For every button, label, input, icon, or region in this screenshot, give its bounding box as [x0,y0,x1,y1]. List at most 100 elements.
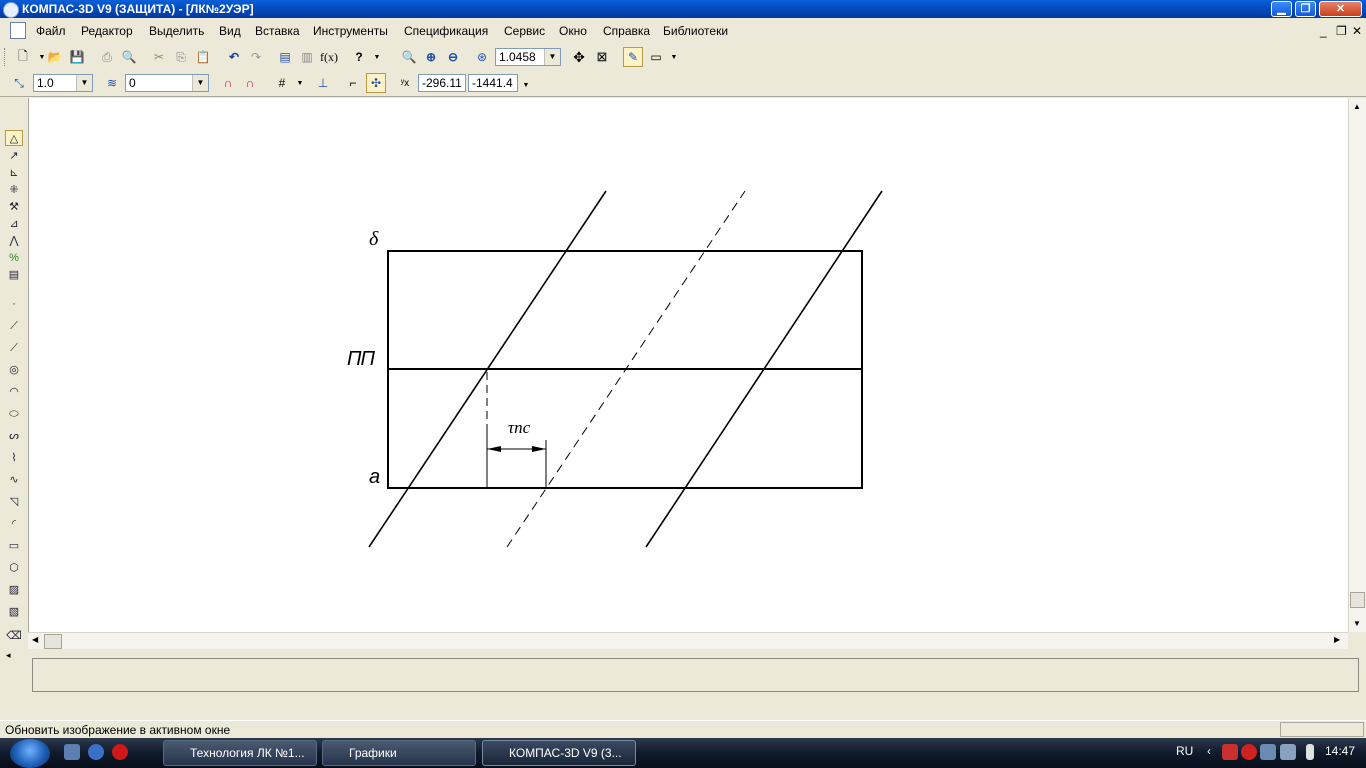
variables-fx-icon[interactable]: f(x) [320,48,338,66]
pan-icon[interactable]: ✥ [570,48,588,66]
chevron-down-icon[interactable]: ▼ [76,75,92,91]
chevron-down-icon[interactable]: ▼ [192,75,208,91]
panel-collapse-icon[interactable]: ◂ [6,650,11,661]
menu-service[interactable]: Сервис [504,24,545,38]
scroll-up-icon[interactable]: ▲ [1353,102,1361,111]
paste-icon[interactable]: 📋 [194,48,212,66]
bezier-tool-icon[interactable]: ∿ [5,472,23,488]
menu-editor[interactable]: Редактор [81,24,133,38]
document-icon[interactable] [10,22,26,39]
minimize-button[interactable]: ▁ [1271,1,1292,17]
drawing-canvas[interactable]: δ ПП а τпс [28,98,1349,632]
cursor-step-select[interactable]: 1.0 ▼ [33,74,93,92]
ellipse-tool-icon[interactable]: ⬭ [5,406,23,422]
polyline-tool-icon[interactable]: ⌇ [5,450,23,466]
designations-panel-icon[interactable]: ⊾ [5,165,23,181]
snap-mode-icon[interactable]: ✣ [366,73,386,93]
eraser-tool-icon[interactable]: ⌫ [5,628,23,644]
taskbar-item-word[interactable]: Технология ЛК №1... [163,740,317,766]
ortho-mode-icon[interactable]: ⌐ [344,74,362,92]
hatch-tool-icon[interactable]: ▨ [5,582,23,598]
grid-icon[interactable]: # [273,74,291,92]
maximize-button[interactable]: ❐ [1295,1,1316,17]
rectangle-tool-icon[interactable]: ▭ [5,538,23,554]
vertical-scrollbar[interactable]: ▲ ▼ [1348,98,1366,632]
menu-tools[interactable]: Инструменты [313,24,388,38]
print-icon[interactable]: ⎙ [98,48,116,66]
scroll-right-icon[interactable]: ▶ [1334,635,1340,644]
chamfer-tool-icon[interactable]: ◹ [5,494,23,510]
zoom-value-select[interactable]: 1.0458 ▼ [495,48,561,66]
menu-window[interactable]: Окно [559,24,587,38]
tray-network-icon[interactable] [1260,744,1276,760]
layers-icon[interactable]: ≋ [103,74,121,92]
vertical-scroll-thumb[interactable] [1350,592,1365,608]
save-icon[interactable]: 💾 [68,48,86,66]
grid-dropdown-icon[interactable]: ▼ [291,74,309,92]
close-button[interactable]: ✕ [1319,1,1362,17]
arc-tool-icon[interactable]: ◠ [5,384,23,400]
menu-select[interactable]: Выделить [149,24,204,38]
spline-tool-icon[interactable]: ᔕ [5,428,23,444]
fillet-tool-icon[interactable]: ◜ [5,516,23,532]
local-cs-icon[interactable]: ⊥ [314,74,332,92]
open-folder-icon[interactable]: 📂 [46,48,64,66]
menu-file[interactable]: Файл [36,24,66,38]
scroll-left-icon[interactable]: ◀ [32,635,38,644]
new-file-icon[interactable]: 🗋 [14,48,32,66]
show-desktop-icon[interactable] [64,744,80,760]
dimensions-panel-icon[interactable]: ↗ [5,148,23,164]
horizontal-scrollbar[interactable]: ◀ ▶ [28,632,1348,649]
zoom-scale-icon[interactable]: ⊛ [473,48,491,66]
point-tool-icon[interactable]: · [5,296,23,312]
reports-panel-icon[interactable]: ▤ [5,267,23,283]
tray-antivirus-icon[interactable] [1222,744,1238,760]
language-indicator[interactable]: RU [1176,744,1193,758]
start-button[interactable] [10,739,50,768]
snap-magnet-icon[interactable]: ∩ [219,74,237,92]
doc-close-button[interactable]: ✕ [1352,24,1362,38]
manager-icon[interactable]: ▤ [276,48,294,66]
print-preview-icon[interactable]: 🔍 [120,48,138,66]
zoom-in-icon[interactable]: ⊕ [422,48,440,66]
redo-icon[interactable]: ↷ [247,48,265,66]
spec-panel-icon[interactable]: % [5,250,23,266]
copy-icon[interactable]: ⎘ [172,48,190,66]
layer-select[interactable]: 0 ▼ [125,74,209,92]
chevron-down-icon[interactable]: ▼ [544,49,560,65]
menu-help[interactable]: Справка [603,24,650,38]
zoom-out-icon[interactable]: ⊖ [444,48,462,66]
polygon-tool-icon[interactable]: ⬡ [5,560,23,576]
scroll-down-icon[interactable]: ▼ [1353,619,1361,628]
panel-icon[interactable]: ▭ [647,48,665,66]
geometry-panel-icon[interactable]: △ [5,130,23,146]
coord-y-field[interactable]: -1441.4 [468,74,518,92]
refresh-view-icon[interactable]: ✎ [623,47,643,67]
menu-specification[interactable]: Спецификация [404,24,488,38]
toolbar-grip[interactable] [4,48,8,66]
library-icon[interactable]: ▥ [298,48,316,66]
tray-battery-icon[interactable] [1306,744,1314,760]
tray-volume-icon[interactable] [1280,744,1296,760]
fill-tool-icon[interactable]: ▧ [5,604,23,620]
tray-alert-icon[interactable] [1241,744,1257,760]
panel-dropdown-icon[interactable]: ▼ [665,48,683,66]
menu-insert[interactable]: Вставка [255,24,300,38]
menu-libraries[interactable]: Библиотеки [663,24,728,38]
undo-icon[interactable]: ↶ [225,48,243,66]
opera-quick-icon[interactable] [112,744,128,760]
coord-dropdown-icon[interactable]: ▼ [517,76,535,94]
doc-minimize-button[interactable]: _ [1320,24,1327,38]
kompas-quick-icon[interactable] [88,744,104,760]
help-pointer-icon[interactable]: ? [350,48,368,66]
menu-view[interactable]: Вид [219,24,241,38]
select-panel-icon[interactable]: ⋀ [5,233,23,249]
tray-expand-icon[interactable]: ‹ [1207,744,1211,758]
taskbar-item-graphs[interactable]: Графики [322,740,476,766]
param-panel-icon[interactable]: ⚒ [5,199,23,215]
coord-x-field[interactable]: -296.11 [418,74,466,92]
doc-restore-button[interactable]: ❐ [1336,24,1347,38]
show-all-icon[interactable]: ⊠ [593,48,611,66]
measure-panel-icon[interactable]: ⊿ [5,216,23,232]
help-dropdown-icon[interactable]: ▼ [368,48,386,66]
